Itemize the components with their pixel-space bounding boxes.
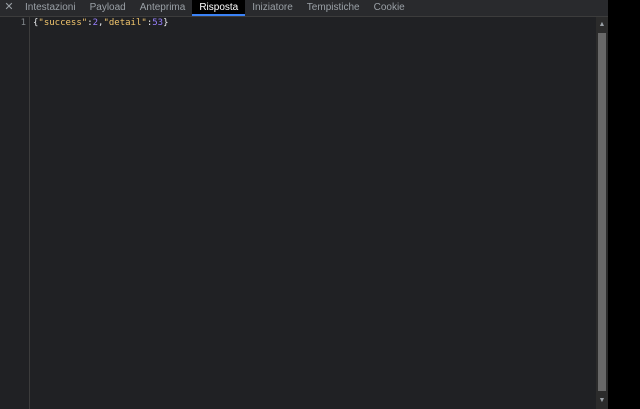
- response-code-line[interactable]: {"success":2,"detail":53}: [33, 17, 169, 29]
- close-icon[interactable]: ✕: [0, 0, 18, 16]
- line-number-gutter: 1: [0, 17, 30, 409]
- vertical-scrollbar[interactable]: ▲ ▼: [596, 17, 608, 409]
- tab-cookie[interactable]: Cookie: [367, 0, 412, 16]
- tab-payload[interactable]: Payload: [83, 0, 133, 16]
- detail-tabbar: ✕ Intestazioni Payload Anteprima Rispost…: [0, 0, 608, 17]
- line-number: 1: [20, 18, 26, 28]
- json-key-detail: "detail": [103, 18, 147, 28]
- tab-iniziatore[interactable]: Iniziatore: [245, 0, 300, 16]
- devtools-network-detail-panel: ✕ Intestazioni Payload Anteprima Rispost…: [0, 0, 608, 409]
- scroll-thumb[interactable]: [598, 33, 606, 391]
- tab-anteprima[interactable]: Anteprima: [133, 0, 193, 16]
- json-value-detail: 53: [152, 18, 164, 28]
- json-key-success: "success": [38, 18, 88, 28]
- tab-intestazioni[interactable]: Intestazioni: [18, 0, 83, 16]
- response-editor[interactable]: 1 {"success":2,"detail":53}: [0, 17, 596, 409]
- scroll-down-arrow-icon[interactable]: ▼: [596, 395, 608, 407]
- tab-tempistiche[interactable]: Tempistiche: [300, 0, 367, 16]
- scroll-up-arrow-icon[interactable]: ▲: [596, 19, 608, 31]
- tab-risposta[interactable]: Risposta: [192, 0, 246, 16]
- json-close-brace: }: [163, 18, 169, 28]
